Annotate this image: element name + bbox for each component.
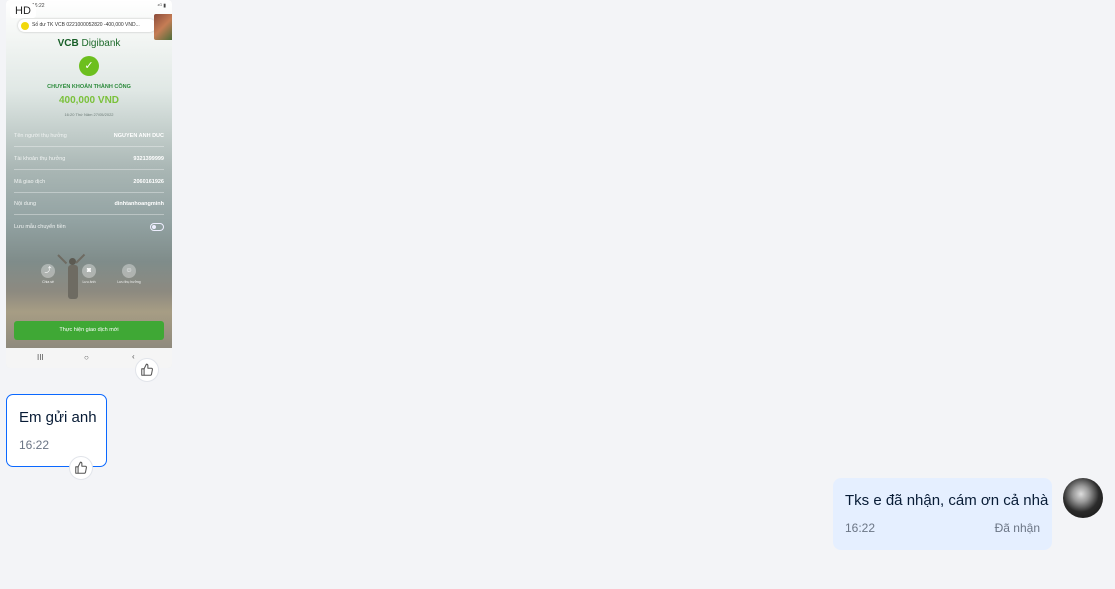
vcb-logo: VCB Digibank: [6, 38, 172, 49]
detail-row-save-template: Lưu mẫu chuyển tiền: [14, 216, 164, 238]
detail-value: NGUYEN ANH DUC: [113, 133, 164, 139]
detail-label: Tài khoản thụ hưởng: [14, 156, 66, 162]
message-text: Tks e đã nhận, cám ơn cả nhà: [845, 492, 1049, 509]
success-title: CHUYỂN KHOẢN THÀNH CÔNG: [47, 84, 131, 90]
person-icon: ☺: [122, 264, 136, 278]
person-arm-right: [75, 253, 86, 264]
person-arm-left: [57, 254, 68, 265]
vcb-logo-bold: VCB: [57, 38, 79, 49]
incoming-message-bubble[interactable]: Em gửi anh 16:22: [6, 394, 107, 467]
outgoing-message-bubble[interactable]: Tks e đã nhận, cám ơn cả nhà 16:22 Đã nh…: [833, 478, 1052, 550]
avatar[interactable]: [1063, 478, 1103, 518]
save-image-label: Lưu ảnh: [82, 280, 96, 284]
bank-notification-icon: [21, 22, 29, 30]
detail-value: 2060161926: [133, 179, 164, 185]
detail-row-beneficiary-name: Tên người thụ hưởng NGUYEN ANH DUC: [14, 125, 164, 147]
camera-icon: ◙: [82, 264, 96, 278]
transfer-receipt-screenshot: 16:22 ⁴ᴳ ▮ Số dư TK VCB 0221000052820 -4…: [6, 0, 172, 348]
like-reaction-button[interactable]: [69, 456, 93, 480]
status-icons: ⁴ᴳ ▮: [157, 3, 166, 9]
save-beneficiary-label: Lưu thụ hưởng: [117, 280, 141, 284]
transfer-timestamp: 16:20 Thứ Năm 27/05/2022: [64, 112, 114, 117]
save-template-toggle: [150, 223, 164, 231]
vcb-logo-text: Digibank: [81, 38, 121, 49]
transfer-amount: 400,000 VND: [58, 95, 120, 106]
save-template-label: Lưu mẫu chuyển tiền: [14, 224, 66, 230]
detail-label: Nội dung: [14, 201, 37, 207]
back-icon: ‹: [132, 352, 135, 361]
hd-badge: HD: [10, 4, 36, 18]
notification-text: Số dư TK VCB 0221000052820 -400,000 VND.…: [32, 22, 140, 28]
save-image-action: ◙ Lưu ảnh: [69, 264, 109, 284]
message-time: 16:22: [845, 521, 876, 535]
image-message[interactable]: HD 16:22 ⁴ᴳ ▮ Số dư TK VCB 0221000052820…: [6, 0, 172, 368]
toggle-knob: [152, 225, 156, 229]
message-status: Đã nhận: [994, 521, 1040, 535]
notification-thumbnail: [154, 14, 172, 40]
like-reaction-button[interactable]: [135, 358, 159, 382]
message-time: 16:22: [19, 438, 50, 452]
recent-apps-icon: III: [37, 353, 44, 362]
share-action: ⤴ Chia sẻ: [28, 264, 68, 284]
message-text: Em gửi anh: [19, 409, 97, 426]
thumbs-up-icon: [141, 363, 153, 376]
detail-value: 9321399999: [133, 156, 164, 162]
person-silhouette: [57, 253, 88, 314]
detail-row-content: Nội dung dinhtanhoangminh: [14, 193, 164, 215]
chat-area: HD 16:22 ⁴ᴳ ▮ Số dư TK VCB 0221000052820…: [0, 0, 1115, 589]
detail-label: Mã giao dịch: [14, 179, 46, 185]
detail-row-transaction-id: Mã giao dịch 2060161926: [14, 171, 164, 193]
detail-label: Tên người thụ hưởng: [14, 133, 67, 139]
success-check-icon: ✓: [79, 56, 99, 76]
share-label: Chia sẻ: [42, 280, 54, 284]
home-icon: ○: [84, 353, 89, 362]
detail-value: dinhtanhoangminh: [114, 201, 165, 207]
detail-row-beneficiary-account: Tài khoản thụ hưởng 9321399999: [14, 148, 164, 170]
save-beneficiary-action: ☺ Lưu thụ hưởng: [109, 264, 149, 284]
share-icon: ⤴: [41, 264, 55, 278]
bank-notification: Số dư TK VCB 0221000052820 -400,000 VND.…: [18, 19, 156, 32]
message-meta: 16:22 Đã nhận: [845, 521, 1040, 535]
thumbs-up-icon: [75, 461, 87, 474]
new-transaction-button: Thực hiện giao dịch mới: [14, 321, 164, 340]
